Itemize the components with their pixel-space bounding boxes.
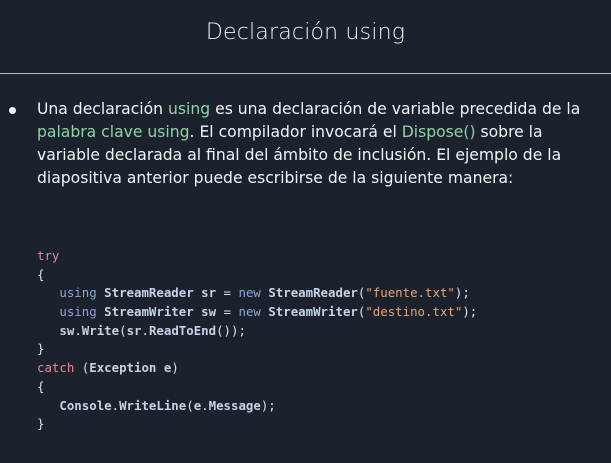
type-name: StreamReader: [104, 285, 194, 301]
keyword-new: new: [238, 285, 261, 301]
identifier: Console: [59, 397, 112, 413]
keyword-new: new: [238, 304, 261, 320]
assign-operator: =: [216, 304, 239, 320]
bullet-text-part: es una declaración de variable precedida…: [210, 100, 581, 118]
code-line-7: catch (Exception e): [37, 359, 477, 378]
code-line-1: try: [37, 247, 477, 266]
title-divider: [0, 73, 611, 74]
close-paren: ): [171, 360, 179, 376]
code-line-5: sw.Write(sr.ReadToEnd());: [37, 322, 477, 341]
open-paren: (: [186, 397, 194, 413]
dot: .: [74, 322, 82, 338]
identifier: sr: [126, 322, 142, 338]
code-block: try { using StreamReader sr = new Stream…: [37, 247, 477, 434]
code-line-6: }: [37, 340, 477, 359]
highlight-dispose: Dispose(): [401, 123, 476, 141]
code-line-3: using StreamReader sr = new StreamReader…: [37, 284, 477, 303]
highlight-using: using: [168, 100, 211, 118]
close-paren: );: [462, 304, 478, 320]
slide-title: Declaración using: [205, 20, 406, 45]
variable-name: sw: [201, 304, 217, 320]
code-line-8: {: [37, 378, 477, 397]
type-name: StreamReader: [268, 285, 358, 301]
bullet-dot-icon: [9, 107, 16, 114]
close-paren: );: [260, 397, 276, 413]
code-line-4: using StreamWriter sw = new StreamWriter…: [37, 303, 477, 322]
type-name: StreamWriter: [104, 304, 194, 320]
open-brace: {: [37, 378, 45, 394]
code-line-9: Console.WriteLine(e.Message);: [37, 397, 477, 416]
type-name: StreamWriter: [268, 304, 358, 320]
string-literal: "destino.txt": [365, 304, 463, 320]
method-name: Write: [81, 322, 120, 338]
method-name: ReadToEnd: [148, 322, 217, 338]
code-line-2: {: [37, 266, 477, 285]
property-name: Message: [208, 397, 261, 413]
dot: .: [201, 397, 209, 413]
keyword-try: try: [37, 248, 60, 263]
open-paren: (: [119, 322, 127, 338]
identifier: sw: [59, 322, 75, 338]
close-brace: }: [37, 416, 45, 432]
close-paren: );: [454, 285, 470, 301]
bullet-paragraph: Una declaración using es una declaración…: [37, 98, 597, 190]
keyword-using: using: [59, 304, 97, 320]
assign-operator: =: [216, 285, 239, 301]
code-line-10: }: [37, 415, 477, 434]
bullet-text-part: . El compilador invocará el: [189, 123, 402, 141]
highlight-keyword-using: palabra clave using: [37, 123, 190, 141]
open-brace: {: [37, 266, 45, 282]
type-name: Exception: [89, 360, 157, 376]
keyword-using: using: [59, 285, 97, 301]
string-literal: "fuente.txt": [365, 285, 455, 301]
close-paren: ());: [216, 322, 246, 338]
bullet-text-part: Una declaración: [37, 100, 169, 118]
close-brace: }: [37, 341, 45, 357]
keyword-catch: catch: [37, 360, 75, 376]
open-paren: (: [74, 360, 90, 376]
method-name: WriteLine: [119, 397, 187, 413]
variable-name: sr: [201, 285, 217, 301]
dot: .: [141, 322, 149, 338]
dot: .: [111, 397, 120, 413]
